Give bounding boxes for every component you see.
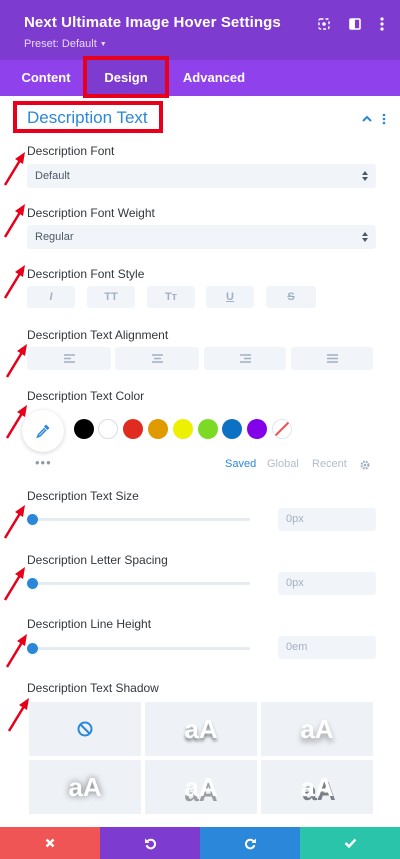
align-center-icon bbox=[151, 354, 163, 363]
preset-selector[interactable]: Preset: Default ▼ bbox=[24, 38, 107, 50]
swatch-black[interactable] bbox=[74, 419, 94, 439]
shadow-preset-1[interactable]: aA bbox=[145, 702, 257, 756]
spacing-slider-track[interactable] bbox=[30, 582, 250, 585]
swatch-green[interactable] bbox=[198, 419, 218, 439]
font-value: Default bbox=[35, 170, 70, 182]
swatch-clear[interactable] bbox=[272, 419, 292, 439]
action-bar bbox=[0, 827, 400, 859]
swatch-yellow[interactable] bbox=[173, 419, 193, 439]
select-arrows-icon bbox=[362, 171, 368, 181]
style-label: Description Font Style bbox=[27, 267, 145, 281]
more-swatches-icon[interactable]: ••• bbox=[35, 455, 52, 470]
alignment-label: Description Text Alignment bbox=[27, 328, 169, 342]
annotation-arrow bbox=[5, 634, 27, 668]
swatch-purple[interactable] bbox=[247, 419, 267, 439]
shadow-none-option[interactable] bbox=[29, 702, 141, 756]
tab-bar: Content Design Advanced bbox=[0, 60, 400, 96]
tab-advanced[interactable]: Advanced bbox=[172, 60, 256, 96]
color-label: Description Text Color bbox=[27, 389, 145, 403]
split-view-icon[interactable] bbox=[347, 16, 363, 32]
select-arrows-icon bbox=[362, 232, 368, 242]
more-vertical-icon[interactable] bbox=[374, 16, 390, 32]
redo-button[interactable] bbox=[200, 827, 300, 859]
checkmark-icon bbox=[344, 838, 356, 848]
undo-icon bbox=[144, 838, 156, 849]
uppercase-button[interactable]: TT bbox=[87, 286, 135, 308]
caret-down-icon: ▼ bbox=[99, 41, 107, 48]
tab-design[interactable]: Design bbox=[84, 60, 168, 96]
section-title[interactable]: Description Text bbox=[27, 108, 148, 128]
annotation-arrow bbox=[3, 204, 25, 238]
annotation-arrow bbox=[7, 698, 29, 732]
no-color-icon bbox=[274, 421, 290, 437]
swatch-blue[interactable] bbox=[222, 419, 242, 439]
line-height-slider-track[interactable] bbox=[30, 647, 250, 650]
size-slider-handle[interactable] bbox=[27, 514, 38, 525]
weight-value: Regular bbox=[35, 231, 74, 243]
modal-title: Next Ultimate Image Hover Settings bbox=[24, 14, 281, 31]
redo-icon bbox=[244, 838, 256, 849]
section-more-icon[interactable] bbox=[382, 112, 388, 125]
shadow-preset-4[interactable]: aA bbox=[145, 760, 257, 814]
size-slider-track[interactable] bbox=[30, 518, 250, 521]
weight-select[interactable]: Regular bbox=[27, 225, 376, 249]
align-justify-button[interactable] bbox=[291, 347, 373, 370]
settings-header: Next Ultimate Image Hover Settings Prese… bbox=[0, 0, 400, 60]
align-right-icon bbox=[239, 354, 251, 363]
preset-label: Preset: Default bbox=[24, 38, 97, 50]
annotation-arrow bbox=[3, 567, 25, 601]
font-select[interactable]: Default bbox=[27, 164, 376, 188]
spacing-input[interactable]: 0px bbox=[278, 572, 376, 595]
annotation-arrow bbox=[3, 152, 25, 186]
annotation-arrow bbox=[3, 265, 25, 299]
chevron-up-icon[interactable] bbox=[361, 111, 373, 122]
palette-tab-global[interactable]: Global bbox=[267, 458, 299, 470]
align-center-button[interactable] bbox=[115, 347, 199, 370]
annotation-arrow bbox=[3, 505, 25, 539]
close-icon bbox=[45, 838, 55, 848]
swatch-white[interactable] bbox=[98, 419, 118, 439]
shadow-label: Description Text Shadow bbox=[27, 681, 159, 695]
tab-content[interactable]: Content bbox=[8, 60, 84, 96]
annotation-arrow bbox=[5, 344, 27, 378]
shadow-preset-2[interactable]: aA bbox=[261, 702, 373, 756]
palette-tab-saved[interactable]: Saved bbox=[225, 458, 256, 470]
target-icon[interactable] bbox=[316, 16, 332, 32]
weight-label: Description Font Weight bbox=[27, 206, 155, 220]
align-left-button[interactable] bbox=[27, 347, 111, 370]
align-justify-icon bbox=[326, 354, 338, 363]
size-input[interactable]: 0px bbox=[278, 508, 376, 531]
swatch-orange[interactable] bbox=[148, 419, 168, 439]
palette-tab-recent[interactable]: Recent bbox=[312, 458, 347, 470]
shadow-preset-3[interactable]: aA bbox=[29, 760, 141, 814]
save-button[interactable] bbox=[300, 827, 400, 859]
undo-button[interactable] bbox=[100, 827, 200, 859]
line-height-input[interactable]: 0em bbox=[278, 636, 376, 659]
cancel-button[interactable] bbox=[0, 827, 100, 859]
font-label: Description Font bbox=[27, 144, 115, 158]
annotation-arrow bbox=[5, 405, 27, 439]
align-left-icon bbox=[63, 354, 75, 363]
eyedropper-icon bbox=[36, 424, 50, 439]
swatch-red[interactable] bbox=[123, 419, 143, 439]
size-label: Description Text Size bbox=[27, 489, 139, 503]
gear-icon[interactable] bbox=[359, 458, 371, 470]
strikethrough-button[interactable]: S bbox=[266, 286, 316, 308]
no-shadow-icon bbox=[77, 721, 93, 737]
align-right-button[interactable] bbox=[204, 347, 286, 370]
spacing-label: Description Letter Spacing bbox=[27, 553, 168, 567]
capitalize-button[interactable]: Tт bbox=[147, 286, 195, 308]
italic-button[interactable]: I bbox=[27, 286, 75, 308]
underline-button[interactable]: U bbox=[206, 286, 254, 308]
line-height-label: Description Line Height bbox=[27, 617, 152, 631]
spacing-slider-handle[interactable] bbox=[27, 578, 38, 589]
shadow-preset-5[interactable]: aA bbox=[261, 760, 373, 814]
